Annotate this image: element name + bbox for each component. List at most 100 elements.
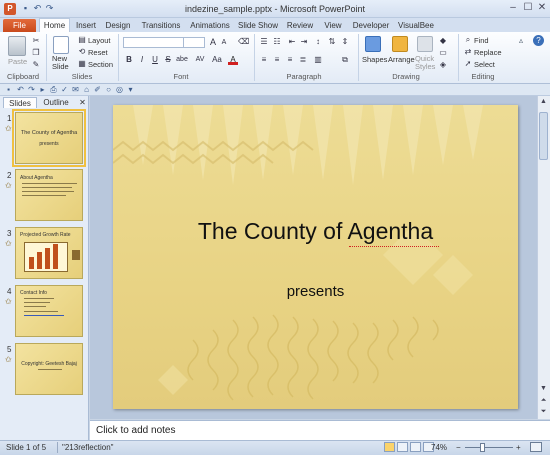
shrink-font-button[interactable]: A — [219, 38, 229, 48]
slide-thumbnail-4[interactable]: Contact Info — [15, 285, 83, 337]
character-spacing-button[interactable]: AV — [193, 55, 207, 65]
change-case-button[interactable]: Aa — [211, 55, 223, 65]
new-slide-icon[interactable] — [53, 36, 69, 54]
align-center-icon[interactable]: ≡ — [272, 55, 282, 65]
grow-font-button[interactable]: A — [208, 37, 218, 47]
reset-icon[interactable]: ⟲ — [77, 47, 87, 57]
print-icon[interactable]: ⎙ — [49, 85, 58, 94]
columns-icon[interactable]: ▥ — [313, 55, 323, 65]
smartart-icon[interactable]: ⧉ — [340, 55, 350, 65]
font-size-input[interactable] — [183, 37, 205, 48]
align-right-icon[interactable]: ≡ — [285, 55, 295, 65]
quick-styles-icon[interactable] — [417, 36, 433, 52]
maximize-button[interactable]: ☐ — [522, 3, 534, 14]
shape-outline-icon[interactable]: ▭ — [438, 48, 448, 58]
notes-placeholder[interactable]: Click to add notes — [96, 425, 176, 436]
shape-effects-icon[interactable]: ◈ — [438, 60, 448, 70]
paste-button[interactable]: Paste — [8, 57, 27, 66]
slide-canvas[interactable] — [113, 105, 518, 409]
arrange-button[interactable]: Arrange — [388, 55, 415, 64]
bold-button[interactable]: B — [124, 55, 134, 65]
layout-icon[interactable]: ▤ — [77, 35, 87, 45]
tab-slides[interactable]: Slides — [3, 97, 37, 108]
zoom-slider-thumb[interactable] — [480, 443, 485, 452]
scroll-up-icon[interactable]: ▲ — [538, 97, 549, 107]
select-icon[interactable]: ➚ — [463, 59, 473, 69]
quick-styles-button[interactable]: Quick Styles — [415, 55, 435, 71]
select-button[interactable]: Select — [474, 60, 495, 69]
normal-view-button[interactable] — [384, 442, 395, 452]
justify-icon[interactable]: ≣ — [298, 55, 308, 65]
zoom-slider-track[interactable] — [465, 447, 513, 448]
tab-view[interactable]: View — [321, 20, 345, 32]
tab-outline[interactable]: Outline — [39, 97, 73, 108]
tab-insert[interactable]: Insert — [72, 20, 100, 32]
decrease-indent-icon[interactable]: ⇤ — [287, 37, 297, 47]
copy-icon[interactable]: ❐ — [31, 48, 41, 58]
reading-view-button[interactable] — [410, 442, 421, 452]
slide-thumbnail-3[interactable]: Projected Growth Rate — [15, 227, 83, 279]
help-icon[interactable]: ? — [533, 35, 544, 46]
draw-table-icon[interactable]: ✐ — [93, 85, 102, 94]
zoom-icon[interactable]: ◎ — [115, 85, 124, 94]
zoom-in-button[interactable]: + — [516, 443, 521, 452]
find-button[interactable]: Find — [474, 36, 489, 45]
italic-button[interactable]: I — [137, 55, 147, 65]
close-panel-icon[interactable]: ✕ — [78, 98, 87, 107]
previous-slide-icon[interactable]: ⏶ — [538, 396, 549, 406]
email-icon[interactable]: ✉ — [71, 85, 80, 94]
align-text-icon[interactable]: ⇕ — [340, 37, 350, 47]
undo-icon[interactable]: ↶ — [16, 85, 25, 94]
shape-icon[interactable]: ○ — [104, 85, 113, 94]
shape-fill-icon[interactable]: ◆ — [438, 36, 448, 46]
text-direction-icon[interactable]: ⇅ — [327, 37, 337, 47]
minimize-button[interactable]: – — [507, 3, 519, 14]
arrange-icon[interactable] — [392, 36, 408, 52]
fit-to-window-icon[interactable] — [530, 442, 542, 452]
slide-thumbnail-1[interactable]: The County of Agentha presents — [12, 109, 86, 167]
shadow-button[interactable]: abe — [175, 55, 189, 65]
scrollbar-thumb[interactable] — [539, 112, 548, 160]
align-left-icon[interactable]: ≡ — [259, 55, 269, 65]
shapes-icon[interactable] — [365, 36, 381, 52]
redo-icon[interactable]: ↷ — [27, 85, 36, 94]
replace-button[interactable]: Replace — [474, 48, 502, 57]
slide-subtitle[interactable]: presents — [113, 283, 518, 300]
slideshow-start-icon[interactable]: ▸ — [38, 85, 47, 94]
close-button[interactable]: ✕ — [536, 3, 548, 14]
next-slide-icon[interactable]: ⏷ — [538, 407, 549, 417]
zoom-level[interactable]: 74% — [431, 443, 447, 452]
reset-button[interactable]: Reset — [88, 48, 108, 57]
spelling-icon[interactable]: ✓ — [60, 85, 69, 94]
section-button[interactable]: Section — [88, 60, 113, 69]
open-icon[interactable]: ⌂ — [82, 85, 91, 94]
save-icon[interactable]: ▪ — [4, 85, 13, 94]
tab-slide-show[interactable]: Slide Show — [237, 20, 279, 32]
tab-review[interactable]: Review — [285, 20, 315, 32]
numbering-icon[interactable]: ☷ — [272, 37, 282, 47]
find-icon[interactable]: ⌕ — [463, 35, 473, 45]
new-slide-button[interactable]: New Slide — [52, 55, 74, 71]
tab-visualbee[interactable]: VisualBee — [396, 20, 436, 32]
underline-button[interactable]: U — [150, 55, 160, 65]
line-spacing-icon[interactable]: ↕ — [313, 37, 323, 47]
section-icon[interactable]: ▦ — [77, 59, 87, 69]
replace-icon[interactable]: ⇄ — [463, 47, 473, 57]
bullets-icon[interactable]: ☰ — [259, 37, 269, 47]
shapes-button[interactable]: Shapes — [362, 55, 387, 64]
tab-home[interactable]: Home — [39, 18, 70, 33]
layout-button[interactable]: Layout — [88, 36, 111, 45]
paste-icon[interactable] — [8, 36, 26, 56]
customize-toolbar-icon[interactable]: ▾ — [126, 85, 135, 94]
tab-developer[interactable]: Developer — [351, 20, 391, 32]
font-color-icon[interactable]: A — [228, 56, 238, 65]
zoom-out-button[interactable]: − — [456, 443, 461, 452]
tab-design[interactable]: Design — [103, 20, 133, 32]
slide-thumbnail-2[interactable]: About Agentha — [15, 169, 83, 221]
clear-formatting-icon[interactable]: ⌫ — [238, 37, 249, 47]
slide-sorter-view-button[interactable] — [397, 442, 408, 452]
format-painter-icon[interactable]: ✎ — [31, 60, 41, 70]
tab-animations[interactable]: Animations — [188, 20, 232, 32]
scroll-down-icon[interactable]: ▼ — [538, 384, 549, 394]
tab-file[interactable]: File — [3, 19, 36, 32]
